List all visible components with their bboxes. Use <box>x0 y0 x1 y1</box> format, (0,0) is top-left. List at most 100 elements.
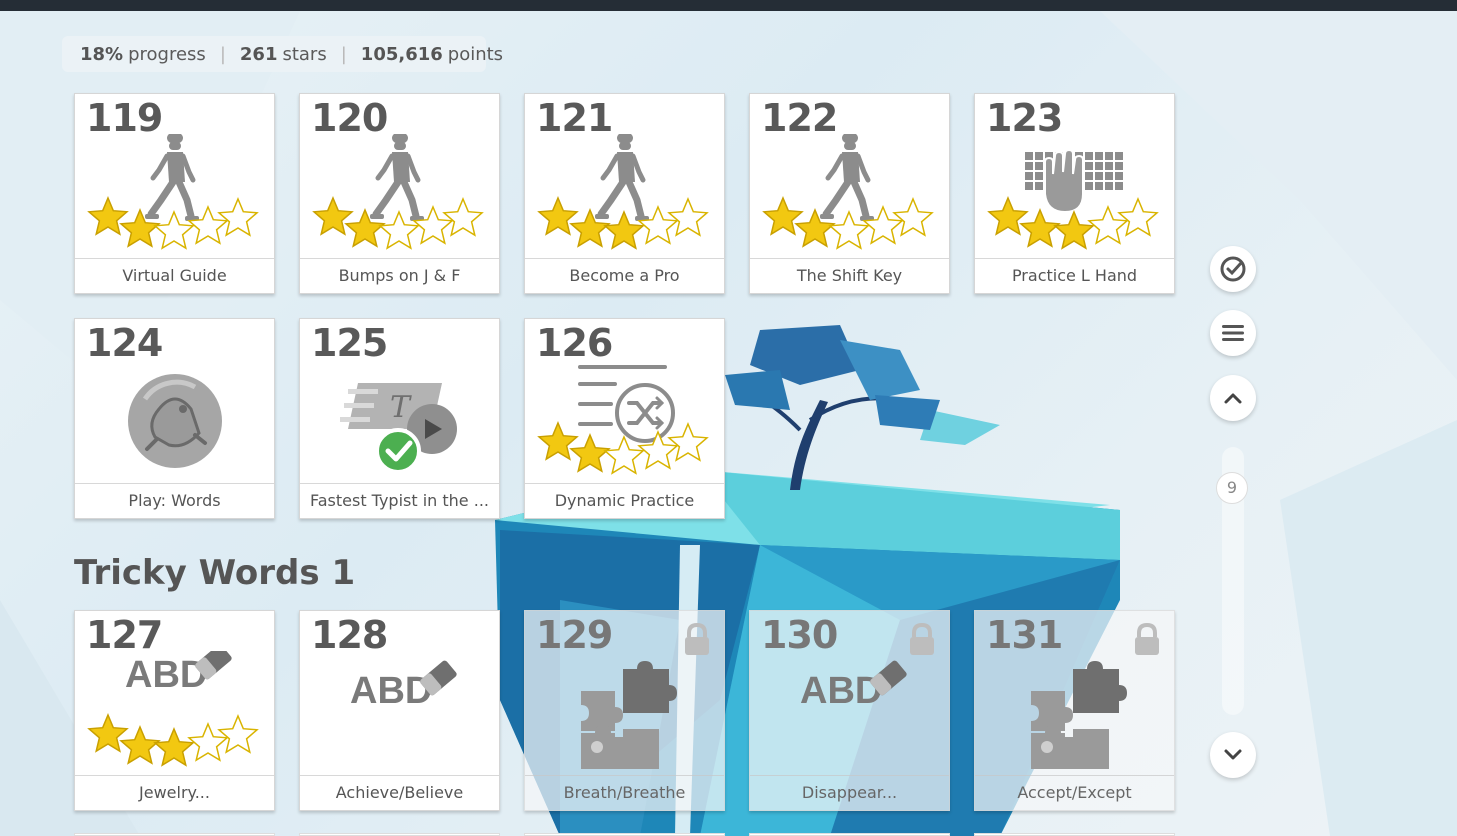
star-empty-icon <box>442 197 484 237</box>
progress-summary: 18% progress | 261 stars | 105,616 point… <box>62 36 503 72</box>
lesson-card-127[interactable]: 127 ABD Jewelry... <box>74 610 275 811</box>
lesson-illustration <box>1031 661 1127 769</box>
keyboard-hand-icon <box>1025 148 1123 214</box>
abc-eraser-icon: ABD <box>125 651 232 696</box>
lesson-card-122[interactable]: 122 The Shift Key <box>749 93 950 294</box>
lesson-illustration <box>128 374 222 468</box>
star-empty-icon <box>892 197 934 237</box>
checklist-button[interactable] <box>1210 246 1256 292</box>
lesson-card-123[interactable]: 123 Practice L Hand <box>974 93 1175 294</box>
lesson-illustration: ABD <box>87 651 259 767</box>
star-rating <box>312 196 484 250</box>
lesson-illustration <box>312 134 484 250</box>
lesson-illustration: ABD <box>800 660 907 712</box>
star-rating <box>537 196 709 250</box>
abc-eraser-icon: ABD <box>350 660 457 712</box>
lock-icon <box>685 623 709 655</box>
scroll-down-button[interactable] <box>1210 732 1256 778</box>
menu-button[interactable] <box>1210 310 1256 356</box>
star-empty-icon <box>667 422 709 462</box>
chevron-down-icon <box>1224 749 1242 760</box>
star-filled-icon <box>153 727 195 767</box>
lesson-title: Dynamic Practice <box>525 483 724 518</box>
lesson-card-125[interactable]: 125 T Fastest Typist in the ... <box>299 318 500 519</box>
separator: | <box>340 43 347 65</box>
lesson-illustration: T <box>340 383 457 474</box>
points-label: points <box>447 43 504 65</box>
lesson-title: Virtual Guide <box>75 258 274 293</box>
lesson-card-126[interactable]: 126 Dynamic Practice <box>524 318 725 519</box>
lesson-card-120[interactable]: 120 Bumps on J & F <box>299 93 500 294</box>
walking-person-icon <box>820 134 874 221</box>
speed-typing-video-icon: T <box>340 383 457 474</box>
walking-person-icon <box>370 134 424 221</box>
lesson-title: Breath/Breathe <box>525 775 724 810</box>
star-filled-icon <box>537 196 579 236</box>
hamburger-menu-icon <box>1222 325 1244 341</box>
points-value: 105,616 <box>360 43 443 65</box>
star-rating <box>762 196 934 250</box>
walking-person-icon <box>145 134 199 221</box>
lesson-title: Bumps on J & F <box>300 258 499 293</box>
star-rating <box>87 196 259 250</box>
lesson-illustration <box>581 661 677 769</box>
star-empty-icon <box>667 197 709 237</box>
top-bar <box>0 0 1457 11</box>
lesson-title: Play: Words <box>75 483 274 518</box>
typing-letter: T <box>390 390 412 425</box>
lesson-card-131: 131 Accept/Except <box>974 610 1175 811</box>
chevron-up-icon <box>1224 393 1242 404</box>
star-filled-icon <box>119 725 161 765</box>
game-creature-icon <box>128 374 222 468</box>
lesson-card-121[interactable]: 121 Become a Pro <box>524 93 725 294</box>
lesson-title: Become a Pro <box>525 258 724 293</box>
lesson-title: Jewelry... <box>75 775 274 810</box>
lesson-title: Fastest Typist in the ... <box>300 483 499 518</box>
progress-value: 18% <box>80 43 124 65</box>
lesson-title: Achieve/Believe <box>300 775 499 810</box>
check-circle-icon <box>1220 256 1246 282</box>
progress-label: progress <box>128 43 206 65</box>
star-empty-icon <box>217 197 259 237</box>
star-empty-icon <box>217 714 259 754</box>
puzzle-icon <box>581 661 677 769</box>
lesson-title: The Shift Key <box>750 258 949 293</box>
lesson-illustration: ABD <box>350 660 457 712</box>
star-filled-icon <box>1053 210 1095 250</box>
separator: | <box>219 43 226 65</box>
section-title: Tricky Words 1 <box>74 553 356 593</box>
star-filled-icon <box>569 433 611 473</box>
lesson-illustration <box>537 134 709 250</box>
puzzle-icon <box>1031 661 1127 769</box>
abc-text: ABD <box>800 670 882 712</box>
lesson-title: Disappear... <box>750 775 949 810</box>
star-rating <box>87 713 259 767</box>
star-filled-icon <box>762 196 804 236</box>
lesson-title: Practice L Hand <box>975 258 1174 293</box>
star-empty-icon <box>603 435 645 475</box>
star-filled-icon <box>987 196 1029 236</box>
abc-text: ABD <box>350 670 432 712</box>
stars-label: stars <box>282 43 327 65</box>
lesson-card-128[interactable]: 128 ABD Achieve/Believe <box>299 610 500 811</box>
page-indicator[interactable]: 9 <box>1216 472 1248 504</box>
abc-eraser-icon: ABD <box>800 660 907 712</box>
lesson-illustration <box>762 134 934 250</box>
stars-value: 261 <box>239 43 278 65</box>
scroll-up-button[interactable] <box>1210 375 1256 421</box>
star-filled-icon <box>87 713 129 753</box>
lesson-illustration <box>537 365 709 475</box>
star-filled-icon <box>312 196 354 236</box>
star-filled-icon <box>537 421 579 461</box>
lock-icon <box>1135 623 1159 655</box>
lesson-card-124[interactable]: 124 Play: Words <box>74 318 275 519</box>
shuffle-text-icon <box>578 365 675 443</box>
lock-icon <box>910 623 934 655</box>
lesson-card-119[interactable]: 119 Virtual Guide <box>74 93 275 294</box>
star-filled-icon <box>1019 208 1061 248</box>
next-row-peek <box>0 828 1457 836</box>
lesson-illustration <box>87 134 259 250</box>
abc-text: ABD <box>125 654 207 696</box>
lesson-title: Accept/Except <box>975 775 1174 810</box>
lesson-illustration <box>987 148 1159 250</box>
